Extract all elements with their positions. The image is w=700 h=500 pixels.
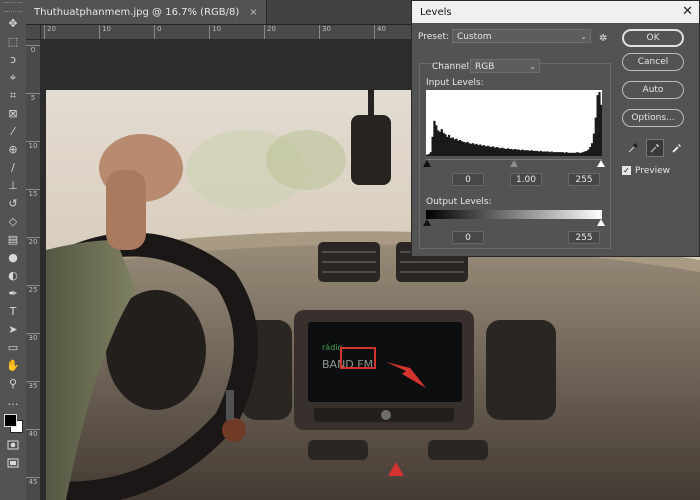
ruler-tick-label: 45 — [26, 477, 40, 487]
black-eyedropper-icon[interactable] — [624, 139, 642, 157]
ruler-tick-label: 30 — [26, 333, 40, 343]
lasso-tool-icon[interactable]: ↄ — [0, 50, 26, 68]
input-gamma-handle[interactable] — [510, 160, 518, 167]
ruler-tick-label: 20 — [26, 237, 40, 247]
white-eyedropper-icon[interactable] — [668, 139, 686, 157]
blur-tool-icon[interactable]: ● — [0, 248, 26, 266]
hand-tool-icon[interactable]: ✋ — [0, 356, 26, 374]
channel-select[interactable]: RGB ⌄ — [470, 59, 540, 73]
move-tool-icon[interactable]: ✥ — [0, 14, 26, 32]
zoom-tool-icon[interactable]: ⚲ — [0, 374, 26, 392]
foreground-color-swatch[interactable] — [4, 414, 17, 427]
frame-tool-icon[interactable]: ⊠ — [0, 104, 26, 122]
input-white-point-handle[interactable] — [597, 160, 605, 167]
gradient-tool-icon[interactable]: ▤ — [0, 230, 26, 248]
type-tool-icon[interactable]: T — [0, 302, 26, 320]
ruler-tick-label: 20 — [44, 25, 56, 39]
ruler-tick-label: 30 — [319, 25, 331, 39]
ruler-origin[interactable] — [26, 25, 41, 40]
input-levels-label: Input Levels: — [426, 78, 484, 88]
dialog-title: Levels — [420, 6, 452, 18]
preset-value: Custom — [457, 32, 492, 42]
marquee-tool-icon[interactable]: ⬚ — [0, 32, 26, 50]
levels-dialog: Levels ✕ Preset: Custom ⌄ ✲ Channel: RGB… — [411, 0, 700, 257]
output-gradient — [426, 210, 602, 219]
ruler-tick-label: 0 — [154, 25, 161, 39]
input-white-field[interactable]: 255 — [568, 173, 600, 186]
histogram-bar — [600, 104, 602, 156]
output-white-field[interactable]: 255 — [568, 231, 600, 244]
ruler-tick-label: 10 — [26, 141, 40, 151]
quick-select-tool-icon[interactable]: ⌖ — [0, 68, 26, 86]
more-tools-icon[interactable]: … — [0, 392, 26, 410]
close-icon[interactable]: ✕ — [682, 4, 693, 19]
rectangle-tool-icon[interactable]: ▭ — [0, 338, 26, 356]
output-black-handle[interactable] — [423, 219, 431, 226]
output-black-field[interactable]: 0 — [452, 231, 484, 244]
ruler-tick-label: 10 — [99, 25, 111, 39]
eyedropper-tool-icon[interactable]: ⁄ — [0, 122, 26, 140]
chevron-down-icon: ⌄ — [580, 32, 587, 41]
input-black-point-handle[interactable] — [423, 160, 431, 167]
pen-tool-icon[interactable]: ✒ — [0, 284, 26, 302]
levels-dialog-title-bar[interactable]: Levels — [412, 1, 699, 23]
preset-label: Preset: — [418, 32, 450, 42]
close-tab-icon[interactable]: × — [249, 7, 257, 18]
ruler-tick-label: 0 — [26, 45, 40, 55]
ruler-tick-label: 35 — [26, 381, 40, 391]
channel-value: RGB — [475, 62, 495, 72]
document-tab[interactable]: Thuthuatphanmem.jpg @ 16.7% (RGB/8) × — [26, 0, 267, 24]
gear-icon[interactable]: ✲ — [599, 33, 607, 44]
document-tab-title: Thuthuatphanmem.jpg @ 16.7% (RGB/8) — [34, 6, 240, 18]
color-swatches[interactable] — [0, 410, 26, 436]
quick-mask-icon[interactable] — [0, 436, 26, 454]
input-gamma-field[interactable]: 1.00 — [510, 173, 542, 186]
ruler-tick-label: 40 — [374, 25, 386, 39]
cancel-button[interactable]: Cancel — [622, 53, 684, 71]
vertical-ruler[interactable]: 0 5 10 15 20 25 30 35 40 45 — [26, 25, 41, 500]
clone-stamp-tool-icon[interactable]: ⊥ — [0, 176, 26, 194]
ruler-tick-label: 15 — [26, 189, 40, 199]
ok-button[interactable]: OK — [622, 29, 684, 47]
crop-tool-icon[interactable]: ⌗ — [0, 86, 26, 104]
preview-label: Preview — [635, 166, 671, 176]
ruler-tick-label: 10 — [209, 25, 221, 39]
output-white-handle[interactable] — [597, 219, 605, 226]
path-select-tool-icon[interactable]: ➤ — [0, 320, 26, 338]
ruler-tick-label: 20 — [264, 25, 276, 39]
preset-select[interactable]: Custom ⌄ — [452, 29, 591, 43]
input-black-field[interactable]: 0 — [452, 173, 484, 186]
panel-grip[interactable] — [4, 2, 22, 12]
output-levels-label: Output Levels: — [426, 197, 492, 207]
histogram — [426, 90, 602, 156]
healing-brush-tool-icon[interactable]: ⊕ — [0, 140, 26, 158]
history-brush-tool-icon[interactable]: ↺ — [0, 194, 26, 212]
chevron-down-icon: ⌄ — [529, 62, 536, 71]
ruler-tick-label: 25 — [26, 285, 40, 295]
ruler-tick-label: 40 — [26, 429, 40, 439]
preview-checkbox[interactable]: ✓ — [622, 166, 631, 175]
channel-label: Channel: — [432, 62, 472, 72]
tools-panel: ✥ ⬚ ↄ ⌖ ⌗ ⊠ ⁄ ⊕ ∕ ⊥ ↺ ◇ ▤ ● ◐ ✒ T ➤ ▭ ✋ ⚲… — [0, 0, 27, 500]
gray-eyedropper-icon[interactable] — [646, 139, 664, 157]
screen-mode-icon[interactable] — [0, 454, 26, 472]
auto-button[interactable]: Auto — [622, 81, 684, 99]
dodge-tool-icon[interactable]: ◐ — [0, 266, 26, 284]
eraser-tool-icon[interactable]: ◇ — [0, 212, 26, 230]
ruler-tick-label: 5 — [26, 93, 40, 103]
options-button[interactable]: Options... — [622, 109, 684, 127]
brush-tool-icon[interactable]: ∕ — [0, 158, 26, 176]
